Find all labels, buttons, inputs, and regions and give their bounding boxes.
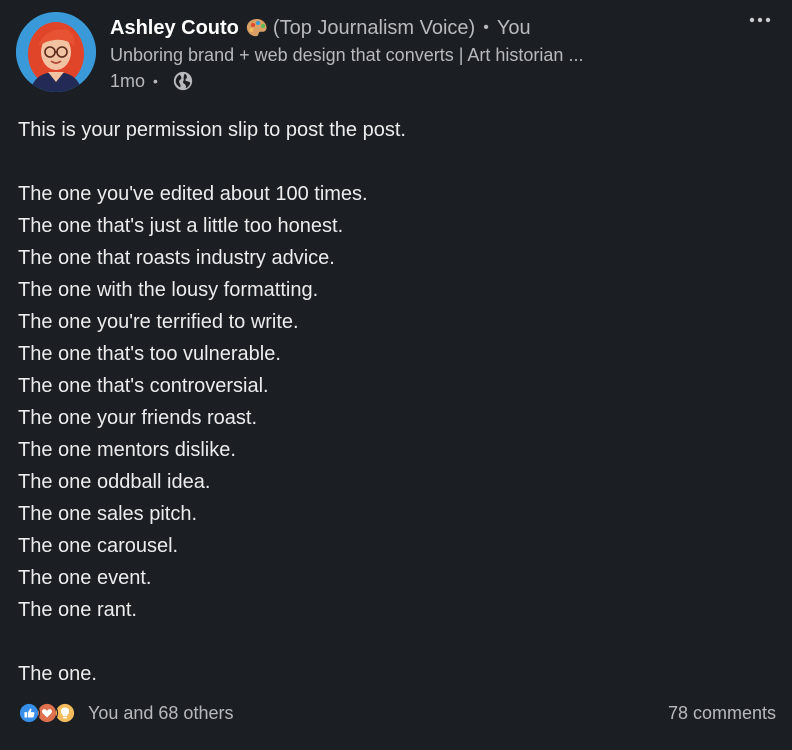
- more-options-button[interactable]: [742, 8, 778, 32]
- separator-dot: •: [483, 19, 489, 36]
- post-line: The one your friends roast.: [18, 407, 258, 429]
- post-line: The one event.: [18, 567, 152, 589]
- post-line: The one mentors dislike.: [18, 439, 236, 461]
- post-line: The one that's just a little too honest.: [18, 215, 344, 237]
- avatar[interactable]: [16, 12, 96, 92]
- post-line: The one sales pitch.: [18, 503, 197, 525]
- post-meta: 1mo •: [110, 69, 194, 93]
- post-line-blank: [18, 626, 778, 658]
- post-line: The one rant.: [18, 599, 137, 621]
- reaction-icons: [18, 701, 82, 725]
- post-line: The one oddball idea.: [18, 471, 211, 493]
- ellipsis-icon: [749, 17, 771, 23]
- post-line: The one you've edited about 100 times.: [18, 183, 368, 205]
- reactions-count: You and 68 others: [88, 702, 234, 723]
- post-line: This is your permission slip to post the…: [18, 119, 406, 141]
- comments-link[interactable]: 78 comments: [668, 700, 776, 726]
- author-name[interactable]: Ashley Couto: [110, 17, 239, 40]
- post-line: The one that's controversial.: [18, 375, 269, 397]
- reactions-summary[interactable]: You and 68 others: [18, 700, 233, 726]
- author-line: Ashley Couto (Top Journalism Voice) • Yo…: [110, 14, 531, 42]
- post-body: This is your permission slip to post the…: [18, 114, 778, 690]
- post-card: Ashley Couto (Top Journalism Voice) • Yo…: [0, 0, 792, 750]
- post-line: The one that's too vulnerable.: [18, 343, 281, 365]
- artist-palette-icon: [245, 17, 269, 39]
- globe-icon: [173, 71, 193, 91]
- top-voice-label: (Top Journalism Voice): [272, 16, 476, 39]
- post-line: The one with the lousy formatting.: [18, 279, 319, 301]
- separator-dot: •: [153, 73, 158, 89]
- post-time[interactable]: 1mo: [110, 71, 145, 92]
- post-line: The one that roasts industry advice.: [18, 247, 335, 269]
- author-headline: Unboring brand + web design that convert…: [110, 45, 584, 65]
- post-line: The one carousel.: [18, 535, 179, 557]
- post-line: The one you're terrified to write.: [18, 311, 299, 333]
- relation-label: You: [496, 16, 531, 39]
- post-line-blank: [18, 146, 778, 178]
- like-icon: [18, 702, 40, 724]
- avatar-image: [16, 12, 96, 92]
- post-line: The one.: [18, 663, 97, 685]
